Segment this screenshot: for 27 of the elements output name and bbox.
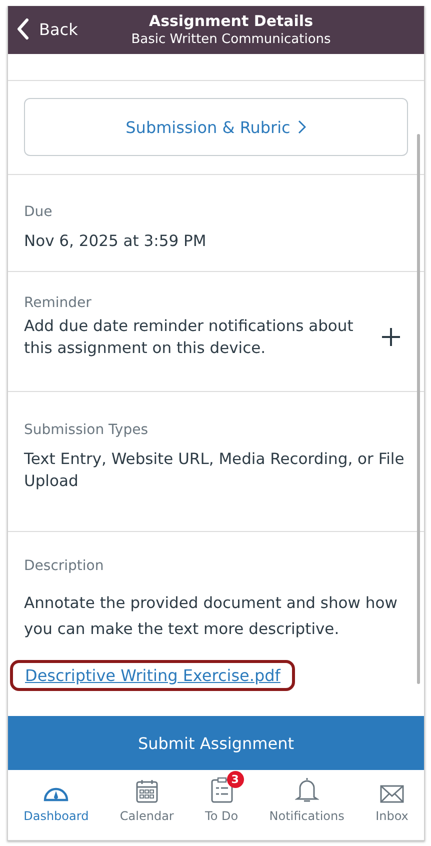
reminder-text: Add due date reminder notifications about this assignment on this device. bbox=[24, 316, 354, 358]
calendar-icon bbox=[136, 779, 158, 803]
submit-assignment-button[interactable]: Submit Assignment bbox=[8, 716, 424, 770]
tab-bar-item[interactable]: Calendar bbox=[106, 770, 188, 840]
back-icon bbox=[16, 18, 30, 40]
screen-title: Assignment Details bbox=[148, 12, 313, 31]
section-label: Description bbox=[24, 558, 105, 574]
section-label: Reminder bbox=[24, 294, 92, 310]
due-date: Nov 6, 2025 at 3:59 PM bbox=[24, 231, 208, 252]
clipboard-icon bbox=[210, 777, 233, 803]
description-text: Annotate the provided document and show how you can make the text more descriptive. bbox=[24, 593, 398, 640]
section-label: Due bbox=[24, 204, 54, 220]
add-icon[interactable] bbox=[382, 328, 400, 346]
attachment-link[interactable]: Descriptive Writing Exercise.pdf bbox=[10, 660, 296, 691]
submission-types-text: Text Entry, Website URL, Media Recording, or File Upload bbox=[24, 448, 406, 492]
submission-rubric-button[interactable]: Submission & Rubric bbox=[24, 98, 408, 156]
section-label: Submission Types bbox=[24, 422, 149, 438]
tab-bar-item[interactable]: 3 To Do bbox=[191, 770, 252, 840]
course-subtitle: Basic Written Communications bbox=[131, 31, 331, 48]
back-button[interactable]: Back bbox=[16, 18, 78, 40]
tab-bar-item[interactable]: Notifications bbox=[255, 770, 358, 840]
chevron-icon bbox=[298, 120, 306, 134]
tab-bar-item[interactable]: Dashboard bbox=[10, 770, 103, 840]
bell-icon bbox=[294, 777, 319, 803]
tab-bar-item[interactable]: Inbox bbox=[362, 770, 422, 840]
envelope-icon bbox=[380, 785, 404, 803]
count-badge: 3 bbox=[226, 771, 244, 788]
